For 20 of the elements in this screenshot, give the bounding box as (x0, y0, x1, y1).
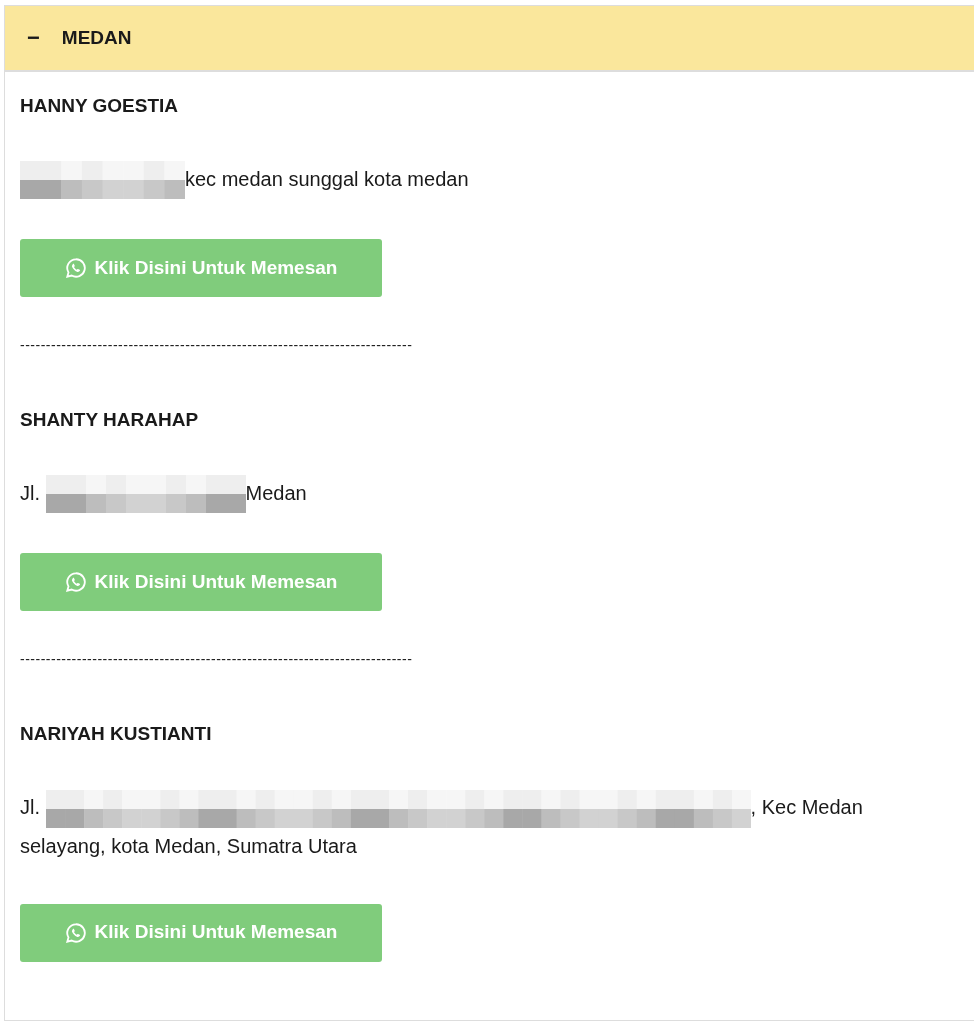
section-title: MEDAN (61, 25, 132, 50)
order-button[interactable]: Klik Disini Untuk Memesan (20, 553, 382, 612)
person-name: HANNY GOESTIA (20, 94, 179, 118)
address-text: , Kec Medan (750, 795, 863, 818)
whatsapp-icon (64, 921, 87, 944)
address-text: kec medan sunggal kota medan (185, 167, 469, 190)
collapse-toggle[interactable]: − (27, 27, 40, 49)
person-name: SHANTY HARAHAP (20, 408, 200, 433)
address-text: Jl. (20, 795, 40, 818)
dashed-separator: ---------------------------------------------------------------------------- (20, 650, 414, 670)
address-text: selayang, kota Medan, Sumatra Utara (20, 834, 357, 857)
address-text: Medan (245, 481, 307, 504)
address-text: Jl. (20, 481, 40, 504)
dashed-separator: ---------------------------------------------------------------------------- (20, 336, 414, 356)
whatsapp-icon (64, 571, 87, 594)
whatsapp-icon (64, 257, 87, 280)
order-button[interactable]: Klik Disini Untuk Memesan (20, 903, 382, 962)
section-header[interactable]: − MEDAN (5, 6, 974, 72)
order-button[interactable]: Klik Disini Untuk Memesan (20, 239, 382, 298)
person-name: NARIYAH KUSTIANTI (20, 722, 213, 747)
